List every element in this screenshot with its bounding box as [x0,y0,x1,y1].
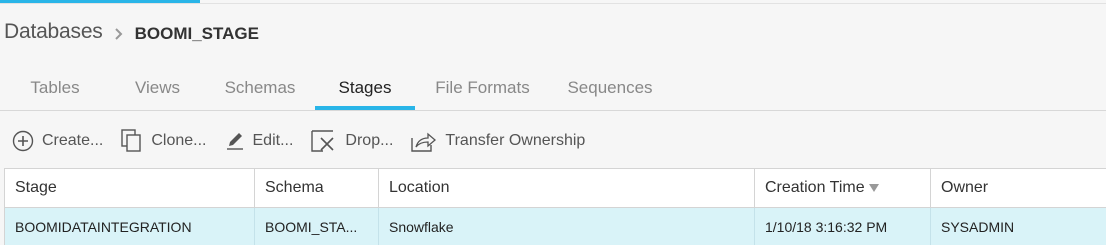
column-header-schema[interactable]: Schema [255,169,379,207]
tab-tables[interactable]: Tables [0,72,110,110]
drop-label: Drop... [345,132,394,149]
tab-stages[interactable]: Stages [315,72,415,110]
breadcrumb-databases-link[interactable]: Databases [4,20,103,44]
plus-circle-icon [12,130,34,152]
column-header-owner[interactable]: Owner [931,169,1106,207]
edit-label: Edit... [252,132,294,149]
drop-button[interactable]: Drop... [311,130,393,152]
creation-time-label: Creation Time [765,179,865,196]
column-header-location[interactable]: Location [379,169,755,207]
breadcrumb: Databases BOOMI_STAGE [4,20,259,44]
clone-button[interactable]: Clone... [121,129,207,153]
sort-descending-icon [868,184,879,192]
column-header-stage[interactable]: Stage [5,169,255,207]
tab-sequences[interactable]: Sequences [550,72,670,110]
transfer-ownership-button[interactable]: Transfer Ownership [411,130,585,152]
stages-table: Stage Schema Location Creation Time Owne… [4,168,1106,245]
create-label: Create... [42,132,104,149]
cell-owner: SYSADMIN [941,219,1015,235]
transfer-ownership-label: Transfer Ownership [445,132,586,149]
tabs-divider [0,110,1106,111]
pencil-icon [226,133,243,150]
top-divider [0,3,1106,4]
cell-creation-time: 1/10/18 3:16:32 PM [755,208,931,245]
tab-views[interactable]: Views [110,72,205,110]
chevron-right-icon [114,28,123,40]
edit-button[interactable]: Edit... [225,131,294,151]
copy-icon [121,129,142,152]
delete-x-icon [311,130,334,152]
create-button[interactable]: Create... [12,130,103,152]
table-row[interactable]: BOOMIDATAINTEGRATION BOOMI_STA... Snowfl… [5,208,1106,245]
cell-stage: BOOMIDATAINTEGRATION [5,208,255,245]
cell-location: Snowflake [379,208,755,245]
cell-schema: BOOMI_STA... [255,208,379,245]
object-tabs: Tables Views Schemas Stages File Formats… [0,72,670,110]
breadcrumb-current-database: BOOMI_STAGE [134,23,259,43]
toolbar: Create... Clone... Edit... Drop... Trans… [0,125,603,157]
share-arrow-icon [411,132,437,152]
tab-schemas[interactable]: Schemas [205,72,315,110]
clone-label: Clone... [151,132,207,149]
tab-file-formats[interactable]: File Formats [415,72,550,110]
column-header-creation-time[interactable]: Creation Time [755,169,931,207]
table-header: Stage Schema Location Creation Time Owne… [5,168,1106,208]
